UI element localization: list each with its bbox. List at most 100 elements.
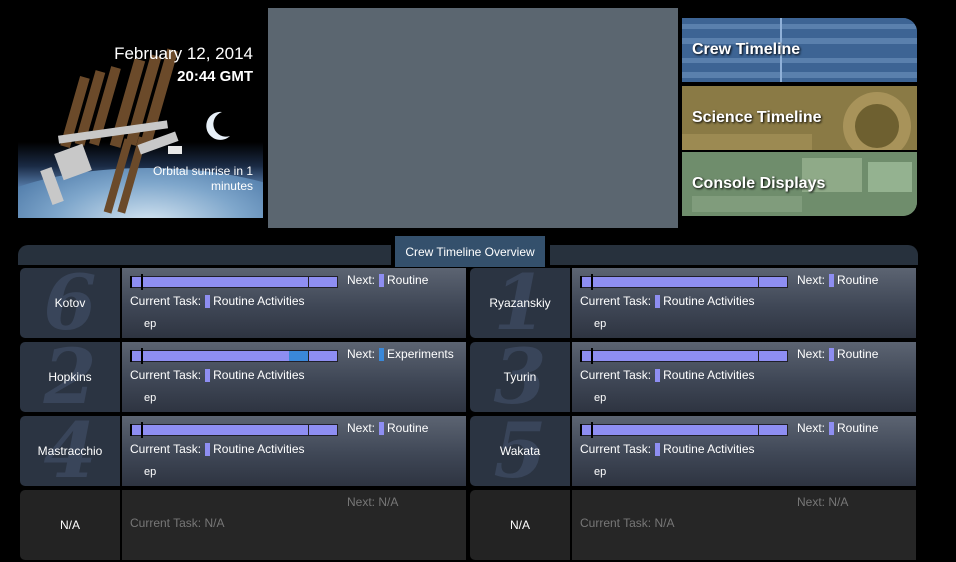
- console-displays-label: Console Displays: [692, 175, 826, 192]
- task-timeline-bar: [580, 422, 788, 438]
- current-task: Current Task: Routine Activities: [130, 368, 305, 382]
- task-detail-text: ep: [594, 466, 607, 478]
- overview-header-bar-left: [18, 245, 391, 265]
- current-task-value: Routine Activities: [663, 368, 755, 382]
- current-task-color-swatch: [205, 294, 211, 308]
- crew-task-cell[interactable]: Next: Routine Current Task: Routine Activit…: [122, 268, 466, 338]
- empty-next-task: Next: N/A: [347, 495, 399, 509]
- empty-crew-slot-name: N/A: [59, 518, 80, 532]
- task-timeline-bar: [130, 274, 338, 290]
- next-task-color-swatch: [379, 347, 385, 361]
- crew-task-cell[interactable]: Next: Experiments Current Task: Routine Act…: [122, 342, 466, 412]
- crew-member-name-cell[interactable]: 3 Tyurin: [470, 342, 570, 412]
- timeline-end-marker: [337, 424, 338, 436]
- next-task-highlight: [289, 351, 308, 361]
- timeline-segment-divider: [758, 424, 759, 436]
- crew-member-name-cell[interactable]: 6 Kotov: [20, 268, 120, 338]
- empty-crew-slot-name-cell: N/A: [20, 490, 120, 560]
- timeline-start-marker: [130, 424, 132, 436]
- timeline-end-marker: [787, 276, 788, 288]
- crew-member-name: Ryazanskiy: [489, 296, 551, 310]
- empty-crew-slot-name-cell: N/A: [470, 490, 570, 560]
- crew-task-cell[interactable]: Next: Routine Current Task: Routine Activit…: [572, 268, 916, 338]
- next-task-color-swatch: [379, 273, 385, 287]
- next-task: Next: Routine: [797, 273, 878, 287]
- current-task: Current Task: Routine Activities: [130, 442, 305, 456]
- current-time-marker: [141, 348, 143, 364]
- crew-member-name: Kotov: [54, 296, 86, 310]
- next-task-label: Next:: [797, 421, 826, 435]
- current-time-marker: [141, 422, 143, 438]
- next-task-label: Next:: [347, 347, 376, 361]
- timeline-start-marker: [580, 276, 582, 288]
- console-displays-tile[interactable]: Console Displays: [682, 152, 917, 216]
- next-task: Next: Routine: [347, 421, 428, 435]
- science-timeline-tile[interactable]: Science Timeline: [682, 86, 917, 150]
- task-detail-text: ep: [144, 392, 157, 404]
- task-timeline-bar: [580, 274, 788, 290]
- next-task-color-swatch: [829, 421, 835, 435]
- crew-timeline-tile[interactable]: Crew Timeline: [682, 18, 917, 82]
- crew-member-name-cell[interactable]: 4 Mastracchio: [20, 416, 120, 486]
- timeline-end-marker: [787, 350, 788, 362]
- next-task-value: Experiments: [387, 347, 454, 361]
- crew-member-name-cell[interactable]: 1 Ryazanskiy: [470, 268, 570, 338]
- current-task-value: Routine Activities: [663, 294, 755, 308]
- crew-member-name: Wakata: [499, 444, 541, 458]
- next-task-value: Routine: [387, 421, 429, 435]
- station-status-panel: February 12, 2014 20:44 GMT Orbital sunr…: [18, 18, 263, 218]
- crew-member-name-cell[interactable]: 5 Wakata: [470, 416, 570, 486]
- next-task-value: Routine: [837, 347, 879, 361]
- current-time-marker: [591, 348, 593, 364]
- empty-current-task: Current Task: N/A: [580, 516, 675, 530]
- task-timeline-bar: [130, 348, 338, 364]
- crew-member-name: Mastracchio: [37, 444, 103, 458]
- crew-task-cell[interactable]: Next: Routine Current Task: Routine Activit…: [572, 342, 916, 412]
- timeline-start-marker: [130, 350, 132, 362]
- current-task: Current Task: Routine Activities: [580, 294, 755, 308]
- crew-task-cell[interactable]: Next: Routine Current Task: Routine Activit…: [572, 416, 916, 486]
- crew-member-name: Tyurin: [503, 370, 537, 384]
- current-task-color-swatch: [655, 368, 661, 382]
- next-task-label: Next:: [797, 347, 826, 361]
- current-task-label: Current Task:: [580, 368, 652, 382]
- timeline-segment-divider: [758, 350, 759, 362]
- next-task-color-swatch: [829, 273, 835, 287]
- current-task-color-swatch: [205, 442, 211, 456]
- empty-crew-slot-name: N/A: [509, 518, 530, 532]
- next-task-color-swatch: [829, 347, 835, 361]
- next-task: Next: Experiments: [347, 347, 454, 361]
- task-timeline-bar: [580, 348, 788, 364]
- current-task: Current Task: Routine Activities: [130, 294, 305, 308]
- current-time-marker: [591, 274, 593, 290]
- task-detail-text: ep: [594, 392, 607, 404]
- video-feed-panel: [268, 8, 678, 228]
- timeline-end-marker: [337, 350, 338, 362]
- crew-task-cell[interactable]: Next: Routine Current Task: Routine Activit…: [122, 416, 466, 486]
- current-task-label: Current Task:: [580, 442, 652, 456]
- next-task-value: Routine: [837, 421, 879, 435]
- task-detail-text: ep: [144, 318, 157, 330]
- current-task-color-swatch: [655, 442, 661, 456]
- task-detail-text: ep: [144, 466, 157, 478]
- next-task-label: Next:: [347, 421, 376, 435]
- current-time-marker: [141, 274, 143, 290]
- crew-member-name-cell[interactable]: 2 Hopkins: [20, 342, 120, 412]
- next-task: Next: Routine: [797, 421, 878, 435]
- next-task-value: Routine: [837, 273, 879, 287]
- science-timeline-label: Science Timeline: [692, 109, 822, 126]
- next-task-color-swatch: [379, 421, 385, 435]
- empty-crew-slot-task-cell: Next: N/A Current Task: N/A: [572, 490, 916, 560]
- timeline-end-marker: [337, 276, 338, 288]
- current-time-marker: [591, 422, 593, 438]
- task-timeline-bar: [130, 422, 338, 438]
- time-display: 20:44 GMT: [177, 68, 253, 85]
- current-task-value: Routine Activities: [213, 442, 305, 456]
- empty-current-task: Current Task: N/A: [130, 516, 225, 530]
- timeline-start-marker: [580, 424, 582, 436]
- task-detail-text: ep: [594, 318, 607, 330]
- crew-timeline-overview-tab[interactable]: Crew Timeline Overview: [395, 236, 545, 267]
- crew-member-name: Hopkins: [48, 370, 92, 384]
- empty-crew-slot-task-cell: Next: N/A Current Task: N/A: [122, 490, 466, 560]
- timeline-segment-divider: [758, 276, 759, 288]
